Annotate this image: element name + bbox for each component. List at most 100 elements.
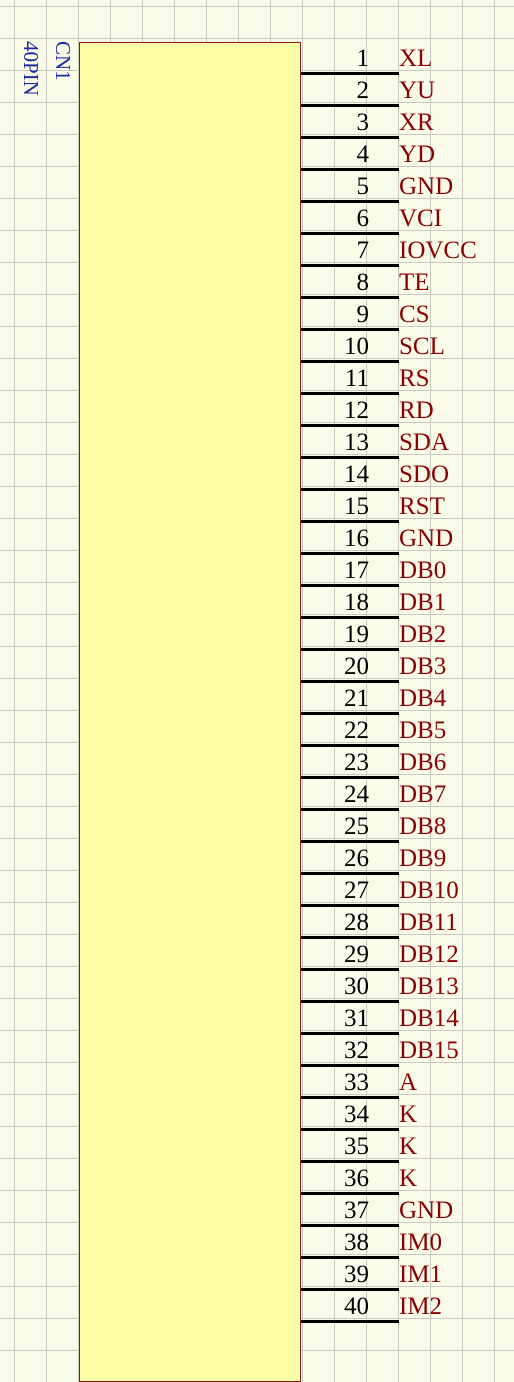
pin-number: 39 (344, 1261, 369, 1288)
pin-name: GND (399, 173, 454, 200)
pin-16[interactable]: 16 GND (301, 522, 514, 555)
pin-14[interactable]: 14 SDO (301, 458, 514, 491)
pin-number: 9 (356, 301, 370, 328)
pin-15[interactable]: 15 RST (301, 490, 514, 523)
pin-name: DB10 (399, 877, 459, 904)
pin-30[interactable]: 30 DB13 (301, 970, 514, 1003)
pin-name: VCI (399, 205, 443, 232)
pin-number: 36 (344, 1165, 369, 1192)
pin-name: DB0 (399, 557, 447, 584)
pin-29[interactable]: 29 DB12 (301, 938, 514, 971)
pin-38[interactable]: 38 IM0 (301, 1226, 514, 1259)
pin-18[interactable]: 18 DB1 (301, 586, 514, 619)
pin-2[interactable]: 2 YU (301, 74, 514, 107)
pin-number: 18 (344, 589, 369, 616)
pin-4[interactable]: 4 YD (301, 138, 514, 171)
pin-9[interactable]: 9 CS (301, 298, 514, 331)
pin-13[interactable]: 13 SDA (301, 426, 514, 459)
pin-number: 22 (344, 717, 369, 744)
pin-number: 19 (344, 621, 369, 648)
pin-number: 7 (356, 237, 370, 264)
pin-28[interactable]: 28 DB11 (301, 906, 514, 939)
pin-number: 12 (344, 397, 369, 424)
pin-37[interactable]: 37 GND (301, 1194, 514, 1227)
pin-name: DB2 (399, 621, 447, 648)
pin-12[interactable]: 12 RD (301, 394, 514, 427)
pin-21[interactable]: 21 DB4 (301, 682, 514, 715)
pin-number: 20 (344, 653, 369, 680)
pin-31[interactable]: 31 DB14 (301, 1002, 514, 1035)
pin-number: 34 (344, 1101, 369, 1128)
pin-name: GND (399, 525, 454, 552)
pin-36[interactable]: 36 K (301, 1162, 514, 1195)
pin-name: YD (399, 141, 436, 168)
pin-name: K (399, 1101, 418, 1128)
pin-17[interactable]: 17 DB0 (301, 554, 514, 587)
pin-22[interactable]: 22 DB5 (301, 714, 514, 747)
pin-number: 25 (344, 813, 369, 840)
pin-name: IM0 (399, 1229, 443, 1256)
pin-10[interactable]: 10 SCL (301, 330, 514, 363)
pin-number: 8 (356, 269, 370, 296)
pin-name: DB1 (399, 589, 447, 616)
pin-20[interactable]: 20 DB3 (301, 650, 514, 683)
pin-1[interactable]: 1 XL (301, 42, 514, 75)
pin-name: XR (399, 109, 434, 136)
pin-number: 40 (344, 1293, 369, 1320)
pin-19[interactable]: 19 DB2 (301, 618, 514, 651)
connector-body[interactable] (79, 42, 301, 1382)
pin-name: DB13 (399, 973, 459, 1000)
pin-27[interactable]: 27 DB10 (301, 874, 514, 907)
pin-6[interactable]: 6 VCI (301, 202, 514, 235)
pin-number: 37 (344, 1197, 369, 1224)
pin-26[interactable]: 26 DB9 (301, 842, 514, 875)
pin-name: K (399, 1165, 418, 1192)
pin-number: 24 (344, 781, 369, 808)
pin-name: DB9 (399, 845, 447, 872)
pin-3[interactable]: 3 XR (301, 106, 514, 139)
pin-name: DB3 (399, 653, 447, 680)
pin-name: XL (399, 45, 433, 72)
pin-32[interactable]: 32 DB15 (301, 1034, 514, 1067)
pin-name: DB12 (399, 941, 459, 968)
pin-name: DB5 (399, 717, 447, 744)
pin-number: 28 (344, 909, 369, 936)
pin-name: A (399, 1069, 418, 1096)
pin-33[interactable]: 33 A (301, 1066, 514, 1099)
pin-number: 15 (344, 493, 369, 520)
pin-39[interactable]: 39 IM1 (301, 1258, 514, 1291)
schematic-sheet: CN1 40PIN 1 XL 2 YU 3 XR 4 YD 5 GND 6 VCI 7 IOVCC 8 TE 9… (0, 0, 514, 1382)
pin-name: RST (399, 493, 445, 520)
pin-number: 35 (344, 1133, 369, 1160)
pin-number: 3 (356, 109, 370, 136)
pin-23[interactable]: 23 DB6 (301, 746, 514, 779)
pin-34[interactable]: 34 K (301, 1098, 514, 1131)
pin-number: 31 (344, 1005, 369, 1032)
pin-number: 16 (344, 525, 369, 552)
pin-line (301, 1320, 399, 1323)
pin-number: 32 (344, 1037, 369, 1064)
pin-40[interactable]: 40 IM2 (301, 1290, 514, 1323)
pin-35[interactable]: 35 K (301, 1130, 514, 1163)
pin-name: DB15 (399, 1037, 459, 1064)
pin-24[interactable]: 24 DB7 (301, 778, 514, 811)
pin-number: 23 (344, 749, 369, 776)
pin-8[interactable]: 8 TE (301, 266, 514, 299)
pin-name: RS (399, 365, 430, 392)
pin-number: 17 (344, 557, 369, 584)
pin-25[interactable]: 25 DB8 (301, 810, 514, 843)
pin-5[interactable]: 5 GND (301, 170, 514, 203)
pin-number: 38 (344, 1229, 369, 1256)
pin-number: 6 (356, 205, 370, 232)
pin-number: 13 (344, 429, 369, 456)
pin-name: IOVCC (399, 237, 477, 264)
pin-number: 14 (344, 461, 369, 488)
pin-7[interactable]: 7 IOVCC (301, 234, 514, 267)
pin-number: 21 (344, 685, 369, 712)
pin-number: 30 (344, 973, 369, 1000)
pin-name: SCL (399, 333, 445, 360)
pin-11[interactable]: 11 RS (301, 362, 514, 395)
pin-name: SDO (399, 461, 450, 488)
pin-number: 5 (356, 173, 370, 200)
pin-number: 1 (356, 45, 370, 72)
